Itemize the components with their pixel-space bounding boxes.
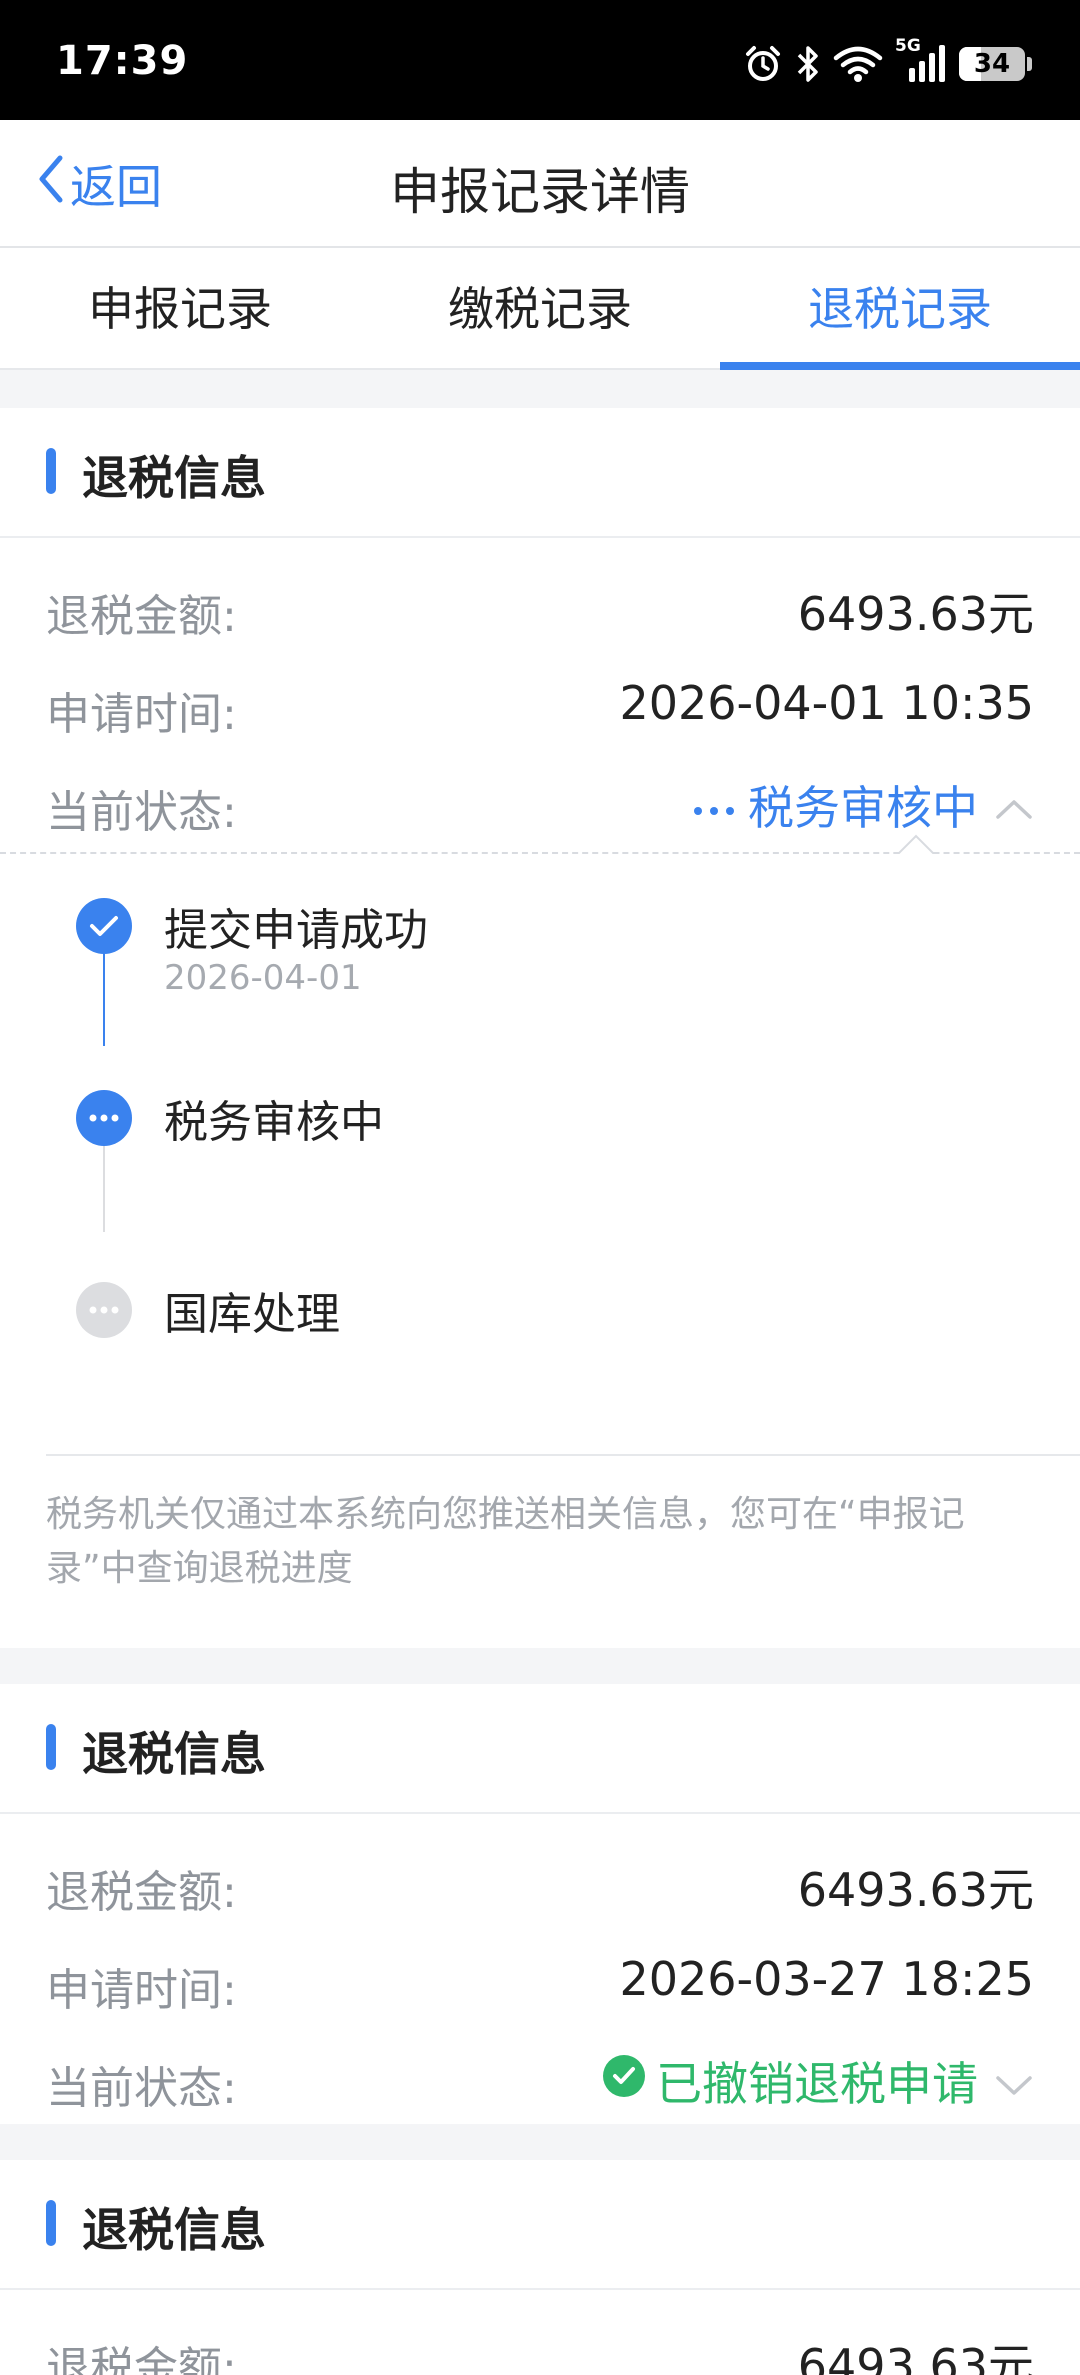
network-type-label: 5G (895, 36, 921, 56)
timeline-step-label: 税务审核中 (164, 1097, 384, 1148)
battery-nub (1027, 57, 1032, 71)
section-accent-bar (46, 448, 56, 494)
tab-refund-records[interactable]: 退税记录 (720, 248, 1080, 370)
section-accent-bar (46, 2200, 56, 2246)
section-title: 退税信息 (82, 2203, 266, 2257)
card-header: 退税信息 (0, 408, 1080, 538)
status-timeline: 提交申请成功 2026-04-01 税务审核中 国库处理 (0, 854, 1080, 1424)
status-icons: 5G 34 (743, 36, 1032, 90)
timeline-step-date: 2026-04-01 (164, 958, 362, 998)
status-row: 当前状态: 已撤销退税申请 (0, 2030, 1080, 2124)
chevron-down-icon (994, 2054, 1034, 2108)
ellipsis-icon (76, 1282, 132, 1338)
status-bar: 17:39 5G 34 (0, 0, 1080, 120)
section-title: 退税信息 (82, 1727, 266, 1781)
tab-declaration-records[interactable]: 申报记录 (0, 248, 360, 368)
refund-amount-label: 退税金额: (46, 591, 237, 642)
nav-bar: 返回 申报记录详情 (0, 120, 1080, 248)
chevron-up-icon (994, 778, 1034, 832)
refund-amount-label: 退税金额: (46, 2343, 237, 2375)
refund-amount-row: 退税金额: 6493.63元 (0, 558, 1080, 656)
status-label: 当前状态: (46, 2063, 237, 2114)
apply-time-value: 2026-03-27 18:25 (619, 1952, 1034, 2006)
apply-time-row: 申请时间: 2026-03-27 18:25 (0, 1932, 1080, 2030)
caret-pointer (898, 834, 934, 854)
refund-card: 退税信息 退税金额: 6493.63元 申请时间: 2026-04-01 10:… (0, 408, 1080, 1648)
check-circle-icon (602, 2054, 646, 2109)
wifi-icon (833, 44, 883, 84)
tab-bar: 申报记录 缴税记录 退税记录 (0, 248, 1080, 370)
page-title: 申报记录详情 (390, 163, 690, 221)
refund-amount-value: 6493.63元 (797, 587, 1034, 641)
info-note: 税务机关仅通过本系统向您推送相关信息，您可在“申报记录”中查询退税进度 (46, 1494, 965, 1589)
note-divider (46, 1454, 1080, 1456)
timeline-step-label: 提交申请成功 (164, 905, 428, 956)
refund-amount-value: 6493.63元 (797, 2339, 1034, 2375)
refund-amount-label: 退税金额: (46, 1867, 237, 1918)
refund-amount-row: 退税金额: 6493.63元 (0, 2310, 1080, 2375)
alarm-icon (743, 44, 783, 84)
status-text: 税务审核中 (748, 781, 978, 835)
card-header: 退税信息 (0, 2160, 1080, 2290)
apply-time-row: 申请时间: 2026-04-01 10:35 (0, 656, 1080, 754)
more-dots-icon (690, 778, 738, 832)
status-label: 当前状态: (46, 787, 237, 838)
check-icon (76, 898, 132, 954)
status-text: 已撤销退税申请 (656, 2057, 978, 2111)
section-accent-bar (46, 1724, 56, 1770)
refund-amount-row: 退税金额: 6493.63元 (0, 1834, 1080, 1932)
refund-card: 退税信息 退税金额: 6493.63元 申请时间: 2026-03-27 18:… (0, 1684, 1080, 2124)
status-toggle[interactable]: 税务审核中 (690, 772, 1034, 838)
tab-payment-records[interactable]: 缴税记录 (360, 248, 720, 368)
refund-amount-value: 6493.63元 (797, 1863, 1034, 1917)
battery-icon: 34 (959, 47, 1025, 81)
section-title: 退税信息 (82, 451, 266, 505)
refund-card: 退税信息 退税金额: 6493.63元 (0, 2160, 1080, 2375)
apply-time-label: 申请时间: (46, 1965, 237, 2016)
battery-level: 34 (973, 49, 1011, 79)
signal-icon: 5G (895, 36, 947, 86)
status-time: 17:39 (56, 38, 189, 84)
apply-time-label: 申请时间: (46, 689, 237, 740)
ellipsis-icon (76, 1090, 132, 1146)
apply-time-value: 2026-04-01 10:35 (619, 676, 1034, 730)
card-header: 退税信息 (0, 1684, 1080, 1814)
bluetooth-icon (795, 44, 821, 84)
status-toggle[interactable]: 已撤销退税申请 (602, 2048, 1034, 2114)
timeline-step-label: 国库处理 (164, 1289, 340, 1340)
